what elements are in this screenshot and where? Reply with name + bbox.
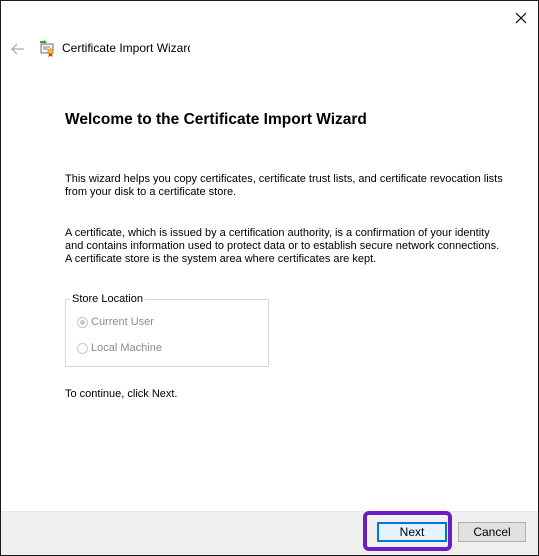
back-button[interactable] [8,39,28,59]
continue-instruction: To continue, click Next. [65,388,178,400]
radio-button-unchecked[interactable] [77,342,88,354]
next-button[interactable]: Next [377,522,447,542]
certificate-import-wizard-window: Certificate Import Wizard Welcome to the… [0,0,539,556]
close-icon [515,12,527,24]
radio-label-local-machine: Local Machine [91,342,162,354]
close-button[interactable] [507,5,535,31]
store-location-group [65,299,269,367]
cancel-button[interactable]: Cancel [458,522,526,542]
back-arrow-icon [11,43,24,55]
radio-current-user[interactable]: Current User [77,316,154,328]
radio-local-machine[interactable]: Local Machine [77,342,162,354]
certificate-icon [40,40,54,57]
certificate-description-paragraph: A certificate, which is issued by a cert… [65,227,500,265]
wizard-title: Certificate Import Wizard [62,41,190,55]
radio-button-checked[interactable] [77,316,88,328]
store-location-legend: Store Location [70,293,145,305]
page-heading: Welcome to the Certificate Import Wizard [65,111,367,128]
intro-paragraph: This wizard helps you copy certificates,… [65,173,503,198]
radio-label-current-user: Current User [91,316,154,328]
